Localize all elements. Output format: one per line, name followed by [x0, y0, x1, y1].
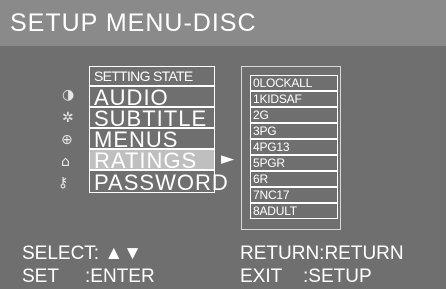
- target-icon: ⊕: [61, 132, 73, 148]
- rating-option[interactable]: 1KIDSAF: [250, 91, 338, 107]
- rating-option[interactable]: 7NC17: [250, 187, 338, 203]
- setup-menu-screen: SETUP MENU-DISC ◑ ✲ ⊕ ⌂ ⚷ SETTING STATE …: [0, 0, 446, 289]
- title-bar: SETUP MENU-DISC: [0, 0, 446, 46]
- rating-option[interactable]: 8ADULT: [250, 203, 338, 219]
- setting-state-label: SETTING STATE: [94, 68, 193, 84]
- rating-option[interactable]: 4PG13: [250, 139, 338, 155]
- rating-option[interactable]: 0LOCKALL: [250, 75, 338, 91]
- menu-item-password[interactable]: PASSWORD: [89, 170, 228, 195]
- exit-hint: EXIT :SETUP: [240, 266, 372, 287]
- rating-option[interactable]: 3PG: [250, 123, 338, 139]
- return-hint: RETURN:RETURN: [240, 243, 404, 264]
- select-hint: SELECT: ▲▼: [22, 243, 142, 264]
- menu-item-menus[interactable]: MENUS: [89, 127, 215, 152]
- rating-option[interactable]: 5PGR: [250, 155, 338, 171]
- menu-item-subtitle[interactable]: SUBTITLE: [89, 106, 215, 131]
- rating-option[interactable]: 2G: [250, 107, 338, 123]
- menu-item-audio[interactable]: AUDIO: [89, 85, 215, 110]
- page-title: SETUP MENU-DISC: [10, 9, 257, 37]
- setting-state-header: SETTING STATE: [89, 66, 215, 86]
- set-hint: SET :ENTER: [22, 266, 155, 287]
- menu-item-ratings[interactable]: RATINGS: [89, 148, 215, 173]
- menu-item-label: PASSWORD: [94, 170, 229, 195]
- rating-option[interactable]: 6R: [250, 171, 338, 187]
- selection-arrow-icon: ►: [221, 149, 235, 169]
- key-icon: ⚷: [58, 175, 69, 191]
- gear-icon: ✲: [62, 110, 74, 126]
- lock-icon: ⌂: [61, 154, 70, 170]
- contrast-icon: ◑: [62, 87, 75, 103]
- ratings-panel: 0LOCKALL 1KIDSAF 2G 3PG 4PG13 5PGR 6R 7N…: [241, 66, 341, 230]
